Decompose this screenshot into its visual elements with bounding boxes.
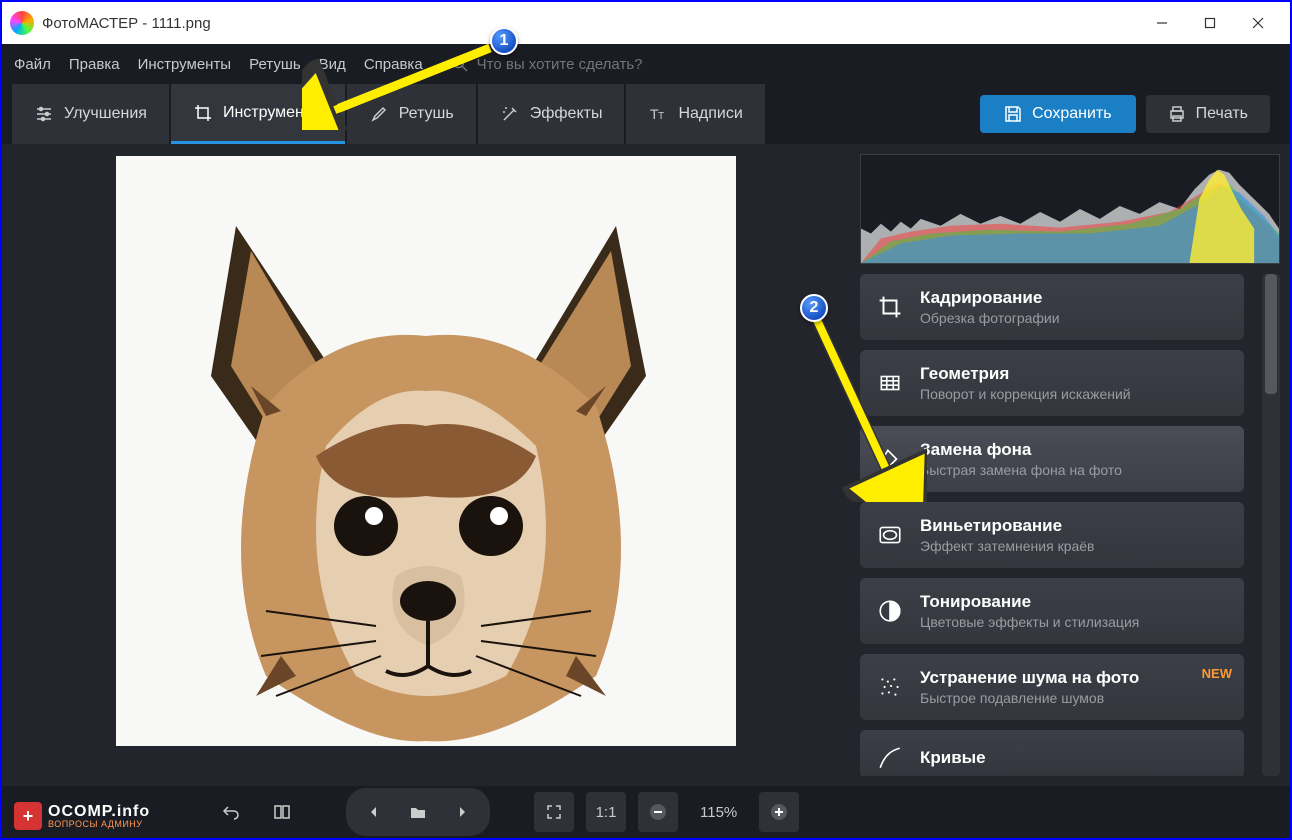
tool-replace-bg-title: Замена фона xyxy=(920,440,1228,460)
new-badge: NEW xyxy=(1202,666,1232,681)
watermark-icon: + xyxy=(14,802,42,830)
toolbar: Улучшения Инструменты Ретушь Эффекты TT … xyxy=(2,84,1290,144)
prev-button[interactable] xyxy=(354,792,394,832)
watermark: + OCOMP.info ВОПРОСЫ АДМИНУ xyxy=(14,802,150,830)
watermark-main: OCOMP.info xyxy=(48,804,150,820)
menu-file[interactable]: Файл xyxy=(14,56,51,73)
tool-toning-sub: Цветовые эффекты и стилизация xyxy=(920,614,1228,630)
tone-icon xyxy=(876,597,904,625)
menu-retouch[interactable]: Ретушь xyxy=(249,56,301,73)
watermark-sub: ВОПРОСЫ АДМИНУ xyxy=(48,820,150,829)
tool-crop-title: Кадрирование xyxy=(920,288,1228,308)
callout-2: 2 xyxy=(800,294,828,322)
sliders-icon xyxy=(34,104,54,124)
save-icon xyxy=(1004,105,1022,123)
browse-button[interactable] xyxy=(398,792,438,832)
noise-icon xyxy=(876,673,904,701)
menu-help[interactable]: Справка xyxy=(364,56,423,73)
menu-view[interactable]: Вид xyxy=(319,56,346,73)
zoom-out-button[interactable] xyxy=(638,792,678,832)
tab-tools[interactable]: Инструменты xyxy=(171,84,345,144)
undo-button[interactable] xyxy=(210,792,250,832)
side-panel: Кадрирование Обрезка фотографии Геометри… xyxy=(850,144,1290,786)
compare-button[interactable] xyxy=(262,792,302,832)
tool-crop[interactable]: Кадрирование Обрезка фотографии xyxy=(860,274,1244,340)
tool-geometry[interactable]: Геометрия Поворот и коррекция искажений xyxy=(860,350,1244,416)
tab-text-label: Надписи xyxy=(678,105,742,123)
histogram xyxy=(860,154,1280,264)
tab-retouch-label: Ретушь xyxy=(399,105,454,123)
fit-button[interactable] xyxy=(534,792,574,832)
menu-edit[interactable]: Правка xyxy=(69,56,120,73)
tools-list: Кадрирование Обрезка фотографии Геометри… xyxy=(850,274,1280,776)
bucket-icon xyxy=(876,445,904,473)
search-icon xyxy=(451,55,469,73)
minimize-button[interactable] xyxy=(1138,7,1186,39)
tab-tools-label: Инструменты xyxy=(223,104,323,122)
tool-geometry-sub: Поворот и коррекция искажений xyxy=(920,386,1228,402)
tool-replace-bg-sub: Быстрая замена фона на фото xyxy=(920,462,1228,478)
curves-icon xyxy=(876,744,904,772)
zoom-percent: 115% xyxy=(690,804,747,821)
app-icon xyxy=(10,11,34,35)
print-icon xyxy=(1168,105,1186,123)
title-bar: ФотоМАСТЕР - 1111.png xyxy=(2,2,1290,44)
bottom-bar: + OCOMP.info ВОПРОСЫ АДМИНУ 1:1 115% xyxy=(2,786,1290,838)
menu-bar: Файл Правка Инструменты Ретушь Вид Справ… xyxy=(2,44,1290,84)
print-button[interactable]: Печать xyxy=(1146,95,1270,133)
tool-replace-bg[interactable]: Замена фона Быстрая замена фона на фото xyxy=(860,426,1244,492)
brush-icon xyxy=(369,104,389,124)
callout-1: 1 xyxy=(490,27,518,55)
tool-vignette-sub: Эффект затемнения краёв xyxy=(920,538,1228,554)
workspace: Кадрирование Обрезка фотографии Геометри… xyxy=(2,144,1290,786)
ratio-button[interactable]: 1:1 xyxy=(586,792,626,832)
svg-text:T: T xyxy=(658,111,664,122)
scroll-thumb[interactable] xyxy=(1265,274,1277,394)
zoom-in-button[interactable] xyxy=(759,792,799,832)
tool-noise-sub: Быстрое подавление шумов xyxy=(920,690,1228,706)
next-button[interactable] xyxy=(442,792,482,832)
print-label: Печать xyxy=(1196,105,1248,123)
scrollbar[interactable] xyxy=(1262,274,1280,776)
window-title: ФотоМАСТЕР - 1111.png xyxy=(42,15,211,32)
tab-text[interactable]: TT Надписи xyxy=(626,84,764,144)
tool-toning-title: Тонирование xyxy=(920,592,1228,612)
menu-tools[interactable]: Инструменты xyxy=(138,56,232,73)
tab-improve-label: Улучшения xyxy=(64,105,147,123)
text-icon: TT xyxy=(648,104,668,124)
canvas-image[interactable] xyxy=(116,156,736,746)
tab-effects[interactable]: Эффекты xyxy=(478,84,625,144)
maximize-button[interactable] xyxy=(1186,7,1234,39)
save-button[interactable]: Сохранить xyxy=(980,95,1136,133)
geometry-icon xyxy=(876,369,904,397)
tool-geometry-title: Геометрия xyxy=(920,364,1228,384)
vignette-icon xyxy=(876,521,904,549)
wand-icon xyxy=(500,104,520,124)
close-button[interactable] xyxy=(1234,7,1282,39)
tab-retouch[interactable]: Ретушь xyxy=(347,84,476,144)
canvas-area xyxy=(2,144,850,786)
crop-icon xyxy=(876,293,904,321)
tool-noise[interactable]: Устранение шума на фото Быстрое подавлен… xyxy=(860,654,1244,720)
ratio-label: 1:1 xyxy=(586,804,627,821)
search-input[interactable] xyxy=(477,56,697,73)
tab-effects-label: Эффекты xyxy=(530,105,603,123)
tool-vignette-title: Виньетирование xyxy=(920,516,1228,536)
tool-curves[interactable]: Кривые xyxy=(860,730,1244,776)
tool-vignette[interactable]: Виньетирование Эффект затемнения краёв xyxy=(860,502,1244,568)
tool-crop-sub: Обрезка фотографии xyxy=(920,310,1228,326)
nav-group xyxy=(346,788,490,836)
tool-noise-title: Устранение шума на фото xyxy=(920,668,1228,688)
tab-improve[interactable]: Улучшения xyxy=(12,84,169,144)
save-label: Сохранить xyxy=(1032,105,1112,123)
window-controls xyxy=(1138,7,1282,39)
tool-curves-title: Кривые xyxy=(920,748,1228,768)
crop-icon xyxy=(193,103,213,123)
tool-toning[interactable]: Тонирование Цветовые эффекты и стилизаци… xyxy=(860,578,1244,644)
